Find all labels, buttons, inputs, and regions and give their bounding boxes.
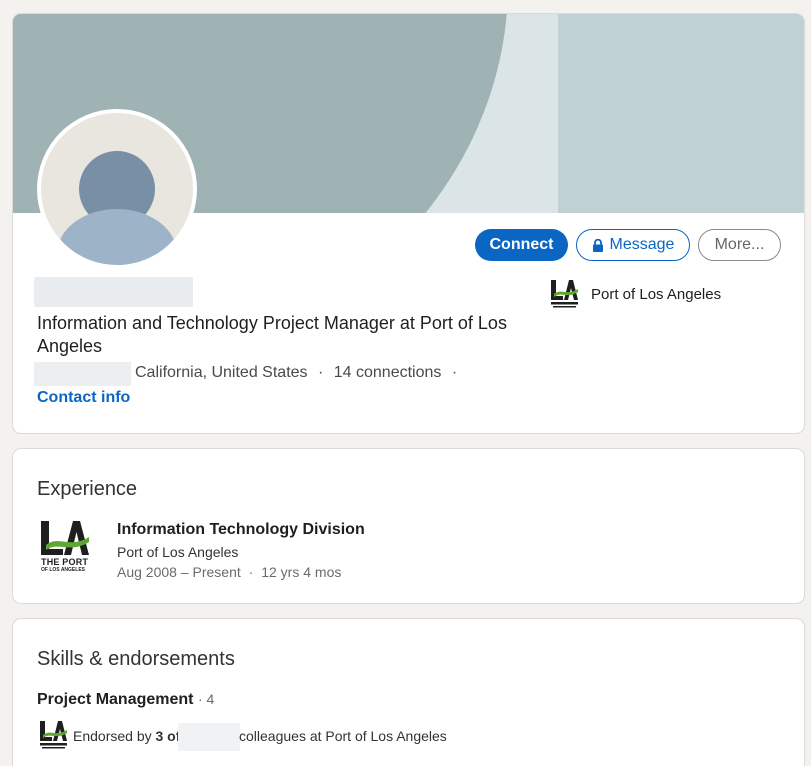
experience-dates: Aug 2008 – Present: [117, 564, 241, 580]
skills-card: Skills & endorsements Project Management…: [12, 618, 805, 766]
profile-location-line: California, United States · 14 connectio…: [135, 364, 457, 382]
port-of-la-logo[interactable]: THE PORT OF LOS ANGELES: [39, 519, 91, 578]
skill-item[interactable]: Project Management · 4: [37, 691, 214, 709]
separator-dot: ·: [317, 364, 324, 381]
experience-card: Experience THE PORT OF LOS ANGELES Infor…: [12, 448, 805, 604]
port-of-la-logo: [549, 278, 579, 310]
experience-role[interactable]: Information Technology Division: [117, 521, 365, 539]
skills-section-title: Skills & endorsements: [37, 648, 235, 670]
connections-count[interactable]: 14 connections: [334, 364, 442, 381]
separator-dot-trailing: ·: [451, 364, 458, 381]
profile-headline: Information and Technology Project Manag…: [37, 313, 507, 356]
profile-location: California, United States: [135, 364, 308, 381]
profile-name-redacted: [34, 277, 193, 307]
profile-avatar[interactable]: [37, 109, 197, 269]
more-button[interactable]: More...: [698, 229, 781, 261]
current-company-link[interactable]: Port of Los Angeles: [549, 278, 721, 310]
separator-dot: ·: [248, 564, 254, 580]
location-redacted: [34, 362, 131, 386]
experience-duration: 12 yrs 4 mos: [261, 564, 342, 580]
contact-info-link[interactable]: Contact info: [37, 389, 130, 407]
current-company-name: Port of Los Angeles: [591, 285, 722, 303]
logo-text-of-los-angeles: OF LOS ANGELES: [41, 567, 85, 573]
endorser-names-redacted: [178, 723, 240, 751]
connect-button[interactable]: Connect: [475, 229, 568, 261]
logo-text-the-port: THE PORT: [41, 557, 89, 567]
avatar-body: [57, 209, 177, 265]
profile-intro-card: Connect Message More... Information and …: [12, 13, 805, 434]
endorsed-prefix: Endorsed by: [73, 728, 152, 744]
message-button[interactable]: Message: [576, 229, 690, 261]
skill-endorsement-count: · 4: [197, 691, 215, 707]
experience-section-title: Experience: [37, 478, 138, 500]
endorsement-text[interactable]: Endorsed by 3 of: [73, 728, 180, 744]
endorsed-count: 3 of: [155, 728, 181, 744]
experience-dates-line: Aug 2008 – Present · 12 yrs 4 mos: [117, 564, 341, 580]
message-button-label: Message: [609, 236, 675, 253]
endorsed-suffix: colleagues at Port of Los Angeles: [239, 728, 447, 744]
lock-icon: [592, 238, 604, 252]
experience-company: Port of Los Angeles: [117, 544, 239, 560]
skill-name: Project Management: [37, 691, 194, 708]
port-of-la-logo: [38, 719, 68, 756]
person-placeholder-icon: [41, 113, 193, 265]
